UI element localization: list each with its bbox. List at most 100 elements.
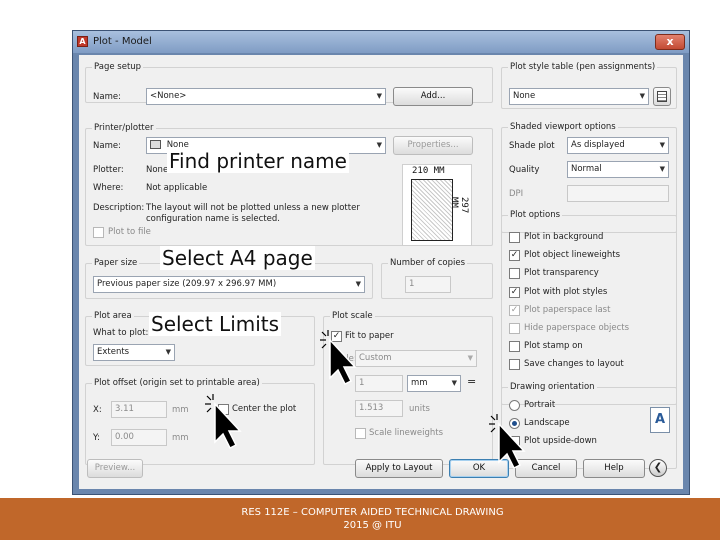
shade-plot-combo[interactable]: As displayed ▼ <box>567 137 669 154</box>
upside-down-label: Plot upside-down <box>524 436 597 446</box>
offset-y-value: 0.00 <box>115 432 134 442</box>
orientation-preview-icon: A <box>650 407 670 433</box>
plotter-label: Plotter: <box>93 165 124 175</box>
drawing-orientation-title: Drawing orientation <box>508 382 597 392</box>
chevron-down-icon: ▼ <box>165 348 171 356</box>
chevron-down-icon: ▼ <box>639 92 645 100</box>
plot-options-title: Plot options <box>508 210 563 220</box>
paper-height-dimension: 297 MM <box>449 197 469 214</box>
scale-equals-sign: = <box>467 375 477 388</box>
scale-value: Custom <box>359 353 392 363</box>
plot-option-checkbox[interactable] <box>509 359 520 370</box>
help-button[interactable]: Help <box>583 459 645 478</box>
portrait-label: Portrait <box>524 400 556 410</box>
plot-option-label: Save changes to layout <box>524 359 624 369</box>
plot-option-label: Plot in background <box>524 232 604 242</box>
footer-text: RES 112E – COMPUTER AIDED TECHNICAL DRAW… <box>0 506 720 532</box>
plot-scale-title: Plot scale <box>330 311 375 321</box>
plot-option-label: Plot transparency <box>524 268 599 278</box>
slide-footer: RES 112E – COMPUTER AIDED TECHNICAL DRAW… <box>0 498 720 540</box>
annotation-select-limits: Select Limits <box>149 312 282 336</box>
page-setup-name-label: Name: <box>93 92 121 102</box>
plot-style-table-value: None <box>513 91 536 101</box>
chevron-down-icon: ▼ <box>376 92 382 100</box>
what-to-plot-label: What to plot: <box>93 328 149 338</box>
edit-plot-style-button[interactable] <box>653 87 671 106</box>
plot-style-table-combo[interactable]: None ▼ <box>509 88 649 105</box>
plot-option-checkbox[interactable]: ✓ <box>509 287 520 298</box>
chevron-down-icon: ▼ <box>659 141 665 149</box>
landscape-label: Landscape <box>524 418 570 428</box>
plot-option-checkbox[interactable] <box>509 268 520 279</box>
shade-plot-label: Shade plot <box>509 141 555 151</box>
copies-title: Number of copies <box>388 258 468 268</box>
what-to-plot-combo[interactable]: Extents ▼ <box>93 344 175 361</box>
printer-properties-button[interactable]: Properties... <box>393 136 473 155</box>
shade-plot-value: As displayed <box>571 140 625 150</box>
autocad-app-icon: A <box>77 36 88 47</box>
paper-size-value: Previous paper size (209.97 x 296.97 MM) <box>97 279 277 289</box>
offset-y-field[interactable]: 0.00 <box>111 429 167 446</box>
plot-option-checkbox[interactable] <box>509 323 520 334</box>
scale-top-field[interactable]: 1 <box>355 375 403 392</box>
plot-option-label: Plot with plot styles <box>524 287 608 297</box>
mouse-cursor-icon <box>489 414 526 470</box>
plot-option-label: Plot stamp on <box>524 341 583 351</box>
paper-sheet-preview <box>411 179 453 241</box>
add-page-setup-button[interactable]: Add... <box>393 87 473 106</box>
offset-x-field[interactable]: 3.11 <box>111 401 167 418</box>
scale-bottom-unit: units <box>409 404 430 414</box>
offset-y-unit: mm <box>172 433 189 443</box>
plot-area-title: Plot area <box>92 311 134 321</box>
offset-x-unit: mm <box>172 405 189 415</box>
plot-option-checkbox[interactable] <box>509 341 520 352</box>
scale-combo[interactable]: Custom ▼ <box>355 350 477 367</box>
printer-plotter-title: Printer/plotter <box>92 123 156 133</box>
preview-button[interactable]: Preview... <box>87 459 143 478</box>
dpi-field[interactable] <box>567 185 669 202</box>
plot-option-checkbox[interactable]: ✓ <box>509 250 520 261</box>
more-options-toggle[interactable]: ❮ <box>649 459 667 477</box>
chevron-down-icon: ▼ <box>451 379 457 387</box>
scale-lineweights-label: Scale lineweights <box>369 428 443 438</box>
plot-option-checkbox[interactable]: ✓ <box>509 305 520 316</box>
dialog-title-bar[interactable]: A Plot - Model x <box>73 31 689 53</box>
orientation-letter: A <box>654 412 666 427</box>
plot-option-checkbox[interactable] <box>509 232 520 243</box>
page-setup-name-combo[interactable]: <None> ▼ <box>146 88 386 105</box>
scale-top-value: 1 <box>359 378 365 388</box>
close-button[interactable]: x <box>655 34 685 50</box>
paper-size-combo[interactable]: Previous paper size (209.97 x 296.97 MM)… <box>93 276 365 293</box>
plot-style-table-title: Plot style table (pen assignments) <box>508 62 658 72</box>
chevron-down-icon: ▼ <box>376 141 382 149</box>
mouse-cursor-icon <box>205 394 242 450</box>
edit-table-icon <box>657 91 667 102</box>
printer-small-icon <box>150 140 161 149</box>
scale-lineweights-checkbox[interactable] <box>355 428 366 439</box>
paper-size-title: Paper size <box>92 258 140 268</box>
portrait-radio[interactable] <box>509 400 520 411</box>
scale-top-unit-combo[interactable]: mm ▼ <box>407 375 461 392</box>
offset-y-label: Y: <box>93 433 100 443</box>
chevron-down-icon: ▼ <box>659 165 665 173</box>
description-line-2: configuration name is selected. <box>146 214 280 224</box>
quality-combo[interactable]: Normal ▼ <box>567 161 669 178</box>
plot-option-label: Hide paperspace objects <box>524 323 630 333</box>
offset-x-value: 3.11 <box>115 404 134 414</box>
description-line-1: The layout will not be plotted unless a … <box>146 203 360 213</box>
description-label: Description: <box>93 203 145 213</box>
where-value: Not applicable <box>146 183 208 193</box>
plot-option-label: Plot paperspace last <box>524 305 611 315</box>
dpi-label: DPI <box>509 189 524 199</box>
plot-to-file-checkbox[interactable] <box>93 227 104 238</box>
quality-label: Quality <box>509 165 540 175</box>
dialog-body: Page setup Name: <None> ▼ Add... Printer… <box>79 55 683 489</box>
copies-field[interactable]: 1 <box>405 276 451 293</box>
footer-course-title: RES 112E – COMPUTER AIDED TECHNICAL DRAW… <box>241 507 504 518</box>
annotation-find-printer: Find printer name <box>167 149 349 173</box>
mouse-cursor-icon <box>320 330 357 386</box>
scale-bottom-field[interactable]: 1.513 <box>355 400 403 417</box>
offset-x-label: X: <box>93 405 102 415</box>
apply-to-layout-button[interactable]: Apply to Layout <box>355 459 443 478</box>
chevron-left-icon: ❮ <box>653 462 663 473</box>
